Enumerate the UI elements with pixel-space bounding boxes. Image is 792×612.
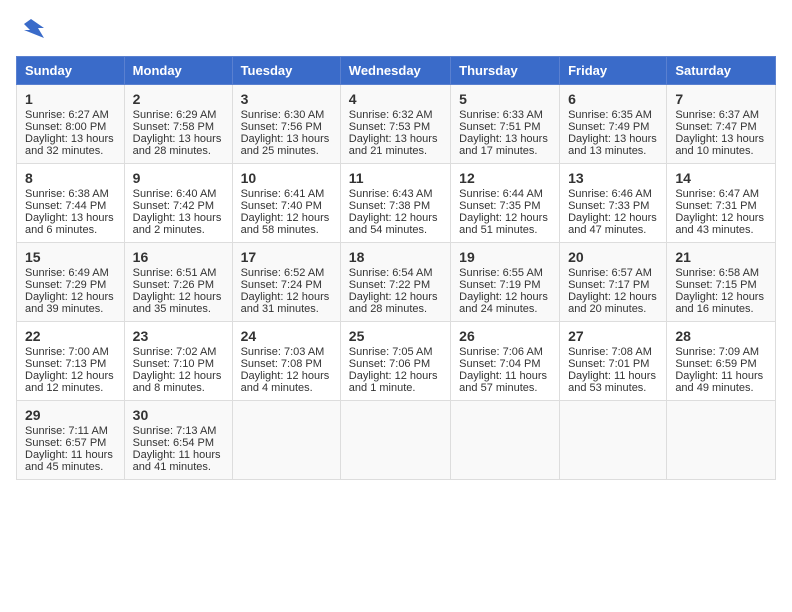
table-row: 22Sunrise: 7:00 AMSunset: 7:13 PMDayligh… bbox=[17, 322, 125, 401]
table-row bbox=[232, 401, 340, 480]
table-row: 18Sunrise: 6:54 AMSunset: 7:22 PMDayligh… bbox=[340, 243, 450, 322]
table-row: 10Sunrise: 6:41 AMSunset: 7:40 PMDayligh… bbox=[232, 164, 340, 243]
col-header-monday: Monday bbox=[124, 57, 232, 85]
table-row: 4Sunrise: 6:32 AMSunset: 7:53 PMDaylight… bbox=[340, 85, 450, 164]
logo bbox=[16, 16, 50, 46]
table-row: 25Sunrise: 7:05 AMSunset: 7:06 PMDayligh… bbox=[340, 322, 450, 401]
table-row bbox=[667, 401, 776, 480]
table-row: 14Sunrise: 6:47 AMSunset: 7:31 PMDayligh… bbox=[667, 164, 776, 243]
table-row: 28Sunrise: 7:09 AMSunset: 6:59 PMDayligh… bbox=[667, 322, 776, 401]
table-row: 7Sunrise: 6:37 AMSunset: 7:47 PMDaylight… bbox=[667, 85, 776, 164]
page-header bbox=[16, 16, 776, 46]
table-row bbox=[560, 401, 667, 480]
table-row: 12Sunrise: 6:44 AMSunset: 7:35 PMDayligh… bbox=[451, 164, 560, 243]
col-header-wednesday: Wednesday bbox=[340, 57, 450, 85]
table-row: 27Sunrise: 7:08 AMSunset: 7:01 PMDayligh… bbox=[560, 322, 667, 401]
table-row bbox=[451, 401, 560, 480]
calendar-week-0: 1Sunrise: 6:27 AMSunset: 8:00 PMDaylight… bbox=[17, 85, 776, 164]
table-row: 30Sunrise: 7:13 AMSunset: 6:54 PMDayligh… bbox=[124, 401, 232, 480]
calendar-week-4: 29Sunrise: 7:11 AMSunset: 6:57 PMDayligh… bbox=[17, 401, 776, 480]
table-row: 2Sunrise: 6:29 AMSunset: 7:58 PMDaylight… bbox=[124, 85, 232, 164]
table-row: 16Sunrise: 6:51 AMSunset: 7:26 PMDayligh… bbox=[124, 243, 232, 322]
table-row: 1Sunrise: 6:27 AMSunset: 8:00 PMDaylight… bbox=[17, 85, 125, 164]
calendar-week-1: 8Sunrise: 6:38 AMSunset: 7:44 PMDaylight… bbox=[17, 164, 776, 243]
logo-icon bbox=[16, 16, 46, 46]
calendar-week-2: 15Sunrise: 6:49 AMSunset: 7:29 PMDayligh… bbox=[17, 243, 776, 322]
col-header-thursday: Thursday bbox=[451, 57, 560, 85]
col-header-tuesday: Tuesday bbox=[232, 57, 340, 85]
table-row: 13Sunrise: 6:46 AMSunset: 7:33 PMDayligh… bbox=[560, 164, 667, 243]
calendar-table: SundayMondayTuesdayWednesdayThursdayFrid… bbox=[16, 56, 776, 480]
col-header-sunday: Sunday bbox=[17, 57, 125, 85]
table-row bbox=[340, 401, 450, 480]
table-row: 3Sunrise: 6:30 AMSunset: 7:56 PMDaylight… bbox=[232, 85, 340, 164]
calendar-week-3: 22Sunrise: 7:00 AMSunset: 7:13 PMDayligh… bbox=[17, 322, 776, 401]
table-row: 5Sunrise: 6:33 AMSunset: 7:51 PMDaylight… bbox=[451, 85, 560, 164]
col-header-friday: Friday bbox=[560, 57, 667, 85]
table-row: 21Sunrise: 6:58 AMSunset: 7:15 PMDayligh… bbox=[667, 243, 776, 322]
table-row: 15Sunrise: 6:49 AMSunset: 7:29 PMDayligh… bbox=[17, 243, 125, 322]
table-row: 24Sunrise: 7:03 AMSunset: 7:08 PMDayligh… bbox=[232, 322, 340, 401]
table-row: 29Sunrise: 7:11 AMSunset: 6:57 PMDayligh… bbox=[17, 401, 125, 480]
table-row: 9Sunrise: 6:40 AMSunset: 7:42 PMDaylight… bbox=[124, 164, 232, 243]
table-row: 20Sunrise: 6:57 AMSunset: 7:17 PMDayligh… bbox=[560, 243, 667, 322]
col-header-saturday: Saturday bbox=[667, 57, 776, 85]
table-row: 8Sunrise: 6:38 AMSunset: 7:44 PMDaylight… bbox=[17, 164, 125, 243]
table-row: 19Sunrise: 6:55 AMSunset: 7:19 PMDayligh… bbox=[451, 243, 560, 322]
table-row: 6Sunrise: 6:35 AMSunset: 7:49 PMDaylight… bbox=[560, 85, 667, 164]
table-row: 23Sunrise: 7:02 AMSunset: 7:10 PMDayligh… bbox=[124, 322, 232, 401]
calendar-header-row: SundayMondayTuesdayWednesdayThursdayFrid… bbox=[17, 57, 776, 85]
table-row: 26Sunrise: 7:06 AMSunset: 7:04 PMDayligh… bbox=[451, 322, 560, 401]
table-row: 17Sunrise: 6:52 AMSunset: 7:24 PMDayligh… bbox=[232, 243, 340, 322]
table-row: 11Sunrise: 6:43 AMSunset: 7:38 PMDayligh… bbox=[340, 164, 450, 243]
